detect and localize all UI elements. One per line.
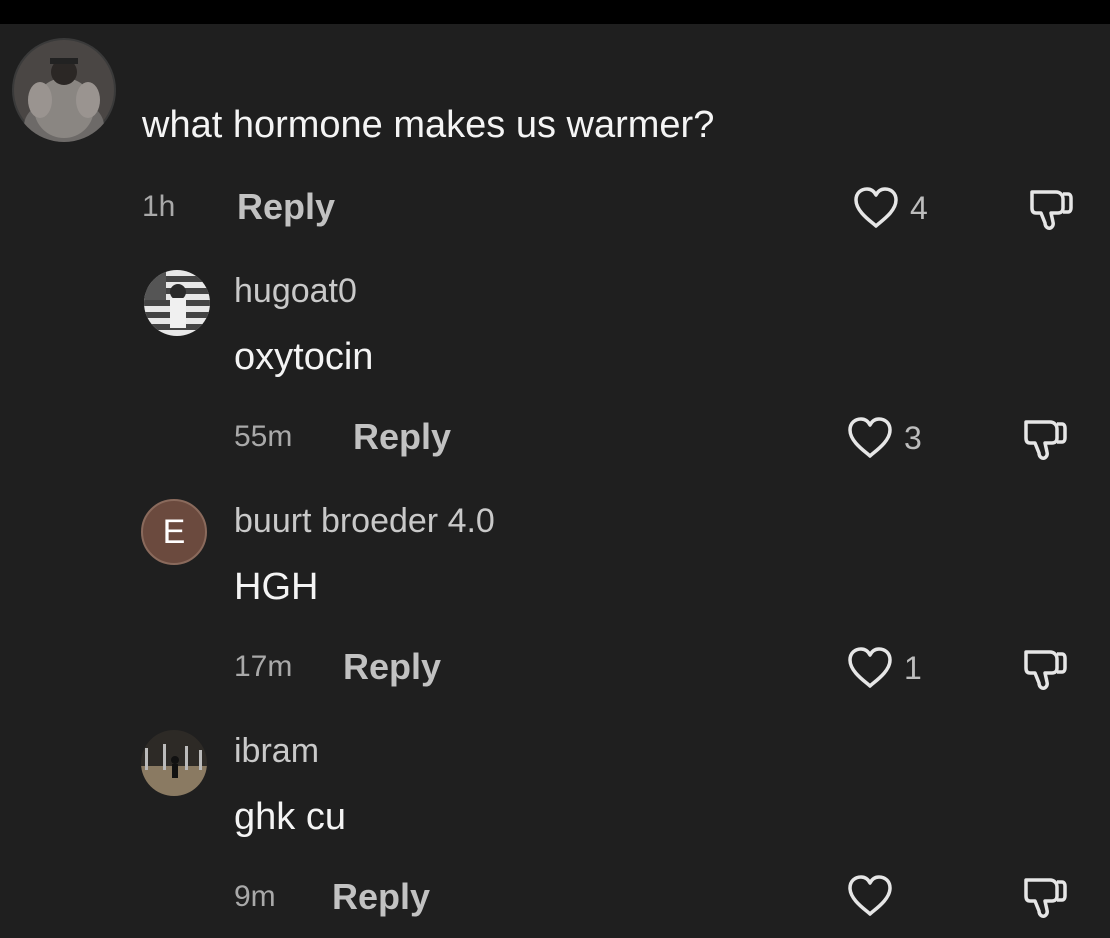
like-count: 3 [904, 419, 922, 456]
reply-button[interactable]: Reply [343, 646, 441, 688]
like-button[interactable]: 4 [852, 186, 928, 230]
comment-time: 1h [142, 190, 176, 223]
status-bar [0, 0, 1110, 24]
like-button[interactable]: 3 [846, 416, 922, 460]
comment-time: 9m [234, 880, 276, 913]
dislike-button[interactable] [1020, 416, 1070, 467]
heart-icon [848, 417, 892, 458]
comment-text: HGH [234, 566, 319, 608]
thumbs-down-icon [1024, 420, 1067, 460]
avatar[interactable] [12, 38, 116, 142]
avatar-letter: E [162, 512, 186, 551]
avatar[interactable] [141, 730, 207, 796]
like-button[interactable] [846, 874, 904, 918]
username[interactable]: hugoat0 [234, 272, 357, 311]
username[interactable]: ibram [234, 732, 319, 771]
reply-button[interactable]: Reply [353, 416, 451, 458]
dislike-button[interactable] [1026, 186, 1076, 237]
heart-icon [848, 875, 892, 916]
comment-time: 55m [234, 420, 293, 453]
heart-icon [854, 187, 898, 228]
dislike-button[interactable] [1020, 874, 1070, 925]
comment-time: 17m [234, 650, 293, 683]
like-count: 1 [904, 649, 922, 686]
thumbs-down-icon [1030, 190, 1073, 230]
reply-button[interactable]: Reply [332, 876, 430, 918]
thumbs-down-icon [1024, 878, 1067, 918]
reply-button[interactable]: Reply [237, 186, 335, 228]
heart-icon [848, 647, 892, 688]
avatar[interactable] [144, 270, 210, 336]
like-button[interactable]: 1 [846, 646, 922, 690]
like-count: 4 [910, 189, 928, 226]
comment-text: ghk cu [234, 796, 346, 838]
comment-text: what hormone makes us warmer? [142, 104, 715, 146]
comment-text: oxytocin [234, 336, 374, 378]
dislike-button[interactable] [1020, 646, 1070, 697]
username[interactable]: buurt broeder 4.0 [234, 502, 495, 541]
thumbs-down-icon [1024, 650, 1067, 690]
avatar[interactable]: E [141, 499, 207, 565]
